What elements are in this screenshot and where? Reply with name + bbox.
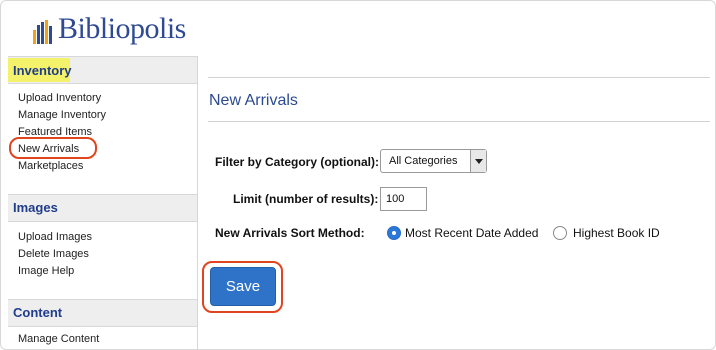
sidebar-item-delete-images[interactable]: Delete Images (18, 246, 92, 263)
sidebar-item-image-help[interactable]: Image Help (18, 263, 92, 280)
app-window: Bibliopolis Inventory Upload Inventory M… (0, 0, 716, 350)
sidebar-section-title: Inventory (13, 63, 72, 78)
images-nav-list: Upload Images Delete Images Image Help (18, 229, 92, 280)
sidebar-section-title: Images (13, 200, 58, 215)
sidebar-item-upload-images[interactable]: Upload Images (18, 229, 92, 246)
sort-option-label[interactable]: Highest Book ID (573, 226, 660, 240)
chevron-down-icon[interactable] (470, 150, 486, 172)
page-title: New Arrivals (209, 92, 298, 109)
sidebar-item-manage-content[interactable]: Manage Content (18, 331, 99, 348)
new-arrivals-callout (9, 137, 97, 159)
limit-input-value: 100 (386, 193, 405, 205)
brand-logo[interactable]: Bibliopolis (33, 14, 186, 44)
category-select-value: All Categories (389, 155, 458, 167)
divider (208, 121, 710, 122)
limit-input[interactable]: 100 (380, 187, 427, 211)
inventory-highlight: Inventory (8, 58, 72, 82)
brand-name: Bibliopolis (58, 12, 186, 45)
save-button[interactable]: Save (210, 267, 276, 306)
sidebar-section-images: Images (8, 194, 197, 222)
sidebar-item-manage-inventory[interactable]: Manage Inventory (18, 107, 106, 124)
books-logo-icon (33, 20, 52, 44)
sort-option-label[interactable]: Most Recent Date Added (405, 226, 538, 240)
sidebar-item-marketplaces[interactable]: Marketplaces (18, 158, 106, 175)
sidebar-item-upload-inventory[interactable]: Upload Inventory (18, 90, 106, 107)
inventory-nav-list: Upload Inventory Manage Inventory Featur… (18, 90, 106, 175)
category-select[interactable]: All Categories (380, 149, 487, 173)
sidebar: Inventory Upload Inventory Manage Invent… (1, 56, 198, 349)
sort-radio-highest-id[interactable] (553, 226, 567, 240)
content-nav-list: Manage Content (18, 331, 99, 348)
divider (208, 77, 710, 78)
filter-category-label: Filter by Category (optional): (215, 155, 380, 169)
sidebar-section-title: Content (13, 305, 63, 320)
sidebar-section-inventory: Inventory (8, 56, 197, 84)
sort-method-label: New Arrivals Sort Method: (215, 226, 365, 240)
sidebar-section-content: Content (8, 299, 197, 327)
sort-radio-most-recent[interactable] (387, 226, 401, 240)
limit-label: Limit (number of results): (233, 192, 379, 206)
